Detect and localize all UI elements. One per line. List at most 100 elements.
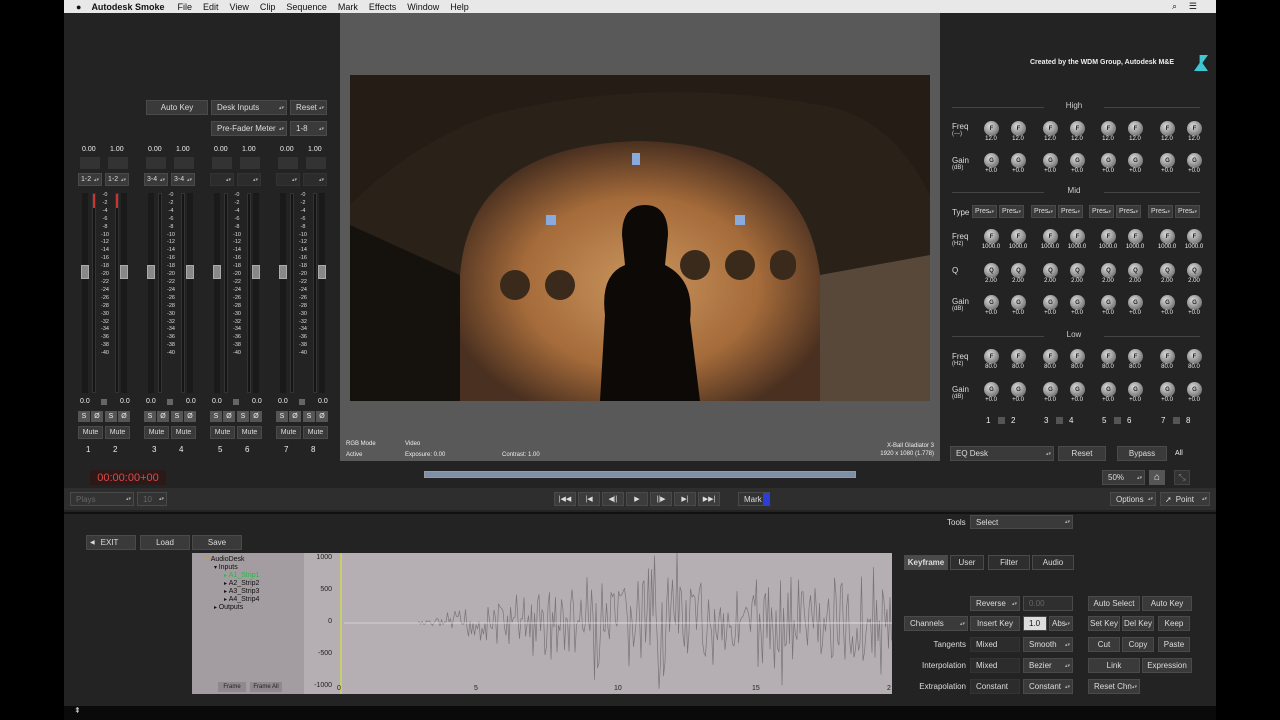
menu-edit[interactable]: Edit xyxy=(203,2,219,12)
tab-filter[interactable]: Filter xyxy=(988,555,1030,570)
paste-button[interactable]: Paste xyxy=(1158,637,1190,652)
mid-gain-knob[interactable]: G xyxy=(1070,295,1085,310)
eq-type-select[interactable]: Pres xyxy=(1058,205,1083,218)
pair-select[interactable]: 1-2 xyxy=(78,173,102,186)
mid-q-knob[interactable]: Q xyxy=(1160,263,1175,278)
low-freq-knob[interactable]: F xyxy=(1187,349,1202,364)
pan-field[interactable] xyxy=(174,157,194,169)
solo-button[interactable]: S xyxy=(237,411,249,422)
list-icon[interactable]: ☰ xyxy=(1189,1,1197,12)
eq-link-toggle[interactable] xyxy=(998,417,1005,424)
pan-field[interactable] xyxy=(108,157,128,169)
low-gain-knob[interactable]: G xyxy=(1187,382,1202,397)
interpolation-select[interactable]: Bezier xyxy=(1023,658,1073,673)
eq-bypass-button[interactable]: Bypass xyxy=(1117,446,1167,461)
menu-effects[interactable]: Effects xyxy=(369,2,396,12)
solo-button[interactable]: S xyxy=(78,411,90,422)
pan-field[interactable] xyxy=(146,157,166,169)
low-gain-knob[interactable]: G xyxy=(1101,382,1116,397)
options-select[interactable]: Options xyxy=(1110,492,1156,506)
pair-select[interactable] xyxy=(276,173,300,186)
dock-arrow-icon[interactable]: ⇞ xyxy=(74,706,81,715)
reverse-value-field[interactable]: 0.00 xyxy=(1023,596,1073,611)
link-button[interactable]: Link xyxy=(1088,658,1140,673)
play-icon[interactable]: ▶ xyxy=(626,492,648,506)
mid-gain-knob[interactable]: G xyxy=(1043,295,1058,310)
low-gain-knob[interactable]: G xyxy=(1160,382,1175,397)
copy-button[interactable]: Copy xyxy=(1122,637,1154,652)
frame-select[interactable]: 10 xyxy=(137,492,167,506)
menu-sequence[interactable]: Sequence xyxy=(286,2,327,12)
high-gain-knob[interactable]: G xyxy=(1043,153,1058,168)
low-freq-knob[interactable]: F xyxy=(1160,349,1175,364)
search-icon[interactable]: ⌕ xyxy=(1172,1,1177,12)
mid-gain-knob[interactable]: G xyxy=(1011,295,1026,310)
frame-button[interactable]: Frame xyxy=(218,682,246,692)
fader-handle[interactable] xyxy=(279,265,287,279)
step-back-icon[interactable]: |◀ xyxy=(578,492,600,506)
mid-q-knob[interactable]: Q xyxy=(984,263,999,278)
phase-button[interactable]: Ø xyxy=(157,411,169,422)
reverse-select[interactable]: Reverse xyxy=(970,596,1020,611)
high-gain-knob[interactable]: G xyxy=(1011,153,1026,168)
phase-button[interactable]: Ø xyxy=(223,411,235,422)
mid-q-knob[interactable]: Q xyxy=(1101,263,1116,278)
mid-gain-knob[interactable]: G xyxy=(1187,295,1202,310)
high-gain-knob[interactable]: G xyxy=(1160,153,1175,168)
tree-item[interactable]: ▾ Inputs xyxy=(214,564,238,571)
exit-button[interactable]: ◀ EXIT xyxy=(86,535,136,550)
mid-freq-knob[interactable]: F xyxy=(1101,229,1116,244)
volume-fader[interactable] xyxy=(81,193,89,393)
menu-file[interactable]: File xyxy=(177,2,192,12)
high-gain-knob[interactable]: G xyxy=(1128,153,1143,168)
mid-q-knob[interactable]: Q xyxy=(1187,263,1202,278)
phase-button[interactable]: Ø xyxy=(250,411,262,422)
eq-type-select[interactable]: Pres xyxy=(1148,205,1173,218)
low-freq-knob[interactable]: F xyxy=(1128,349,1143,364)
eq-link-toggle[interactable] xyxy=(1173,417,1180,424)
mid-freq-knob[interactable]: F xyxy=(1043,229,1058,244)
fader-handle[interactable] xyxy=(252,265,260,279)
high-gain-knob[interactable]: G xyxy=(1101,153,1116,168)
home-icon[interactable]: ⌂ xyxy=(1149,470,1165,485)
app-name[interactable]: Autodesk Smoke xyxy=(91,2,164,12)
mute-button[interactable]: Mute xyxy=(105,426,130,439)
fader-handle[interactable] xyxy=(213,265,221,279)
tab-audio[interactable]: Audio xyxy=(1032,555,1074,570)
eq-all-label[interactable]: All xyxy=(1175,450,1183,457)
play-forward-icon[interactable]: ||▶ xyxy=(650,492,672,506)
low-gain-knob[interactable]: G xyxy=(1070,382,1085,397)
low-gain-knob[interactable]: G xyxy=(1043,382,1058,397)
tree-item[interactable]: ▸ Outputs xyxy=(214,604,243,611)
menu-view[interactable]: View xyxy=(230,2,249,12)
mid-freq-knob[interactable]: F xyxy=(1187,229,1202,244)
abs-select[interactable]: Abs xyxy=(1049,616,1073,631)
solo-button[interactable]: S xyxy=(303,411,315,422)
menu-mark[interactable]: Mark xyxy=(338,2,358,12)
eq-link-toggle[interactable] xyxy=(1056,417,1063,424)
volume-fader[interactable] xyxy=(120,193,128,393)
apple-icon[interactable]: ● xyxy=(76,2,81,12)
phase-button[interactable]: Ø xyxy=(118,411,130,422)
mid-gain-knob[interactable]: G xyxy=(984,295,999,310)
mid-q-knob[interactable]: Q xyxy=(1128,263,1143,278)
mid-gain-knob[interactable]: G xyxy=(1160,295,1175,310)
eq-link-toggle[interactable] xyxy=(1114,417,1121,424)
scrub-bar[interactable] xyxy=(424,471,856,478)
mid-q-knob[interactable]: Q xyxy=(1043,263,1058,278)
tab-keyframe[interactable]: Keyframe xyxy=(904,555,948,570)
del-key-button[interactable]: Del Key xyxy=(1122,616,1154,631)
solo-button[interactable]: S xyxy=(210,411,222,422)
high-freq-knob[interactable]: F xyxy=(1011,121,1026,136)
mid-freq-knob[interactable]: F xyxy=(1070,229,1085,244)
mid-gain-knob[interactable]: G xyxy=(1101,295,1116,310)
pan-field[interactable] xyxy=(240,157,260,169)
high-freq-knob[interactable]: F xyxy=(1128,121,1143,136)
pan-field[interactable] xyxy=(80,157,100,169)
tangents-select[interactable]: Smooth xyxy=(1023,637,1073,652)
curve-graph[interactable] xyxy=(304,553,892,694)
mute-button[interactable]: Mute xyxy=(144,426,169,439)
solo-button[interactable]: S xyxy=(105,411,117,422)
phase-button[interactable]: Ø xyxy=(289,411,301,422)
tree-item[interactable]: ▾ AudioDesk xyxy=(206,556,245,563)
